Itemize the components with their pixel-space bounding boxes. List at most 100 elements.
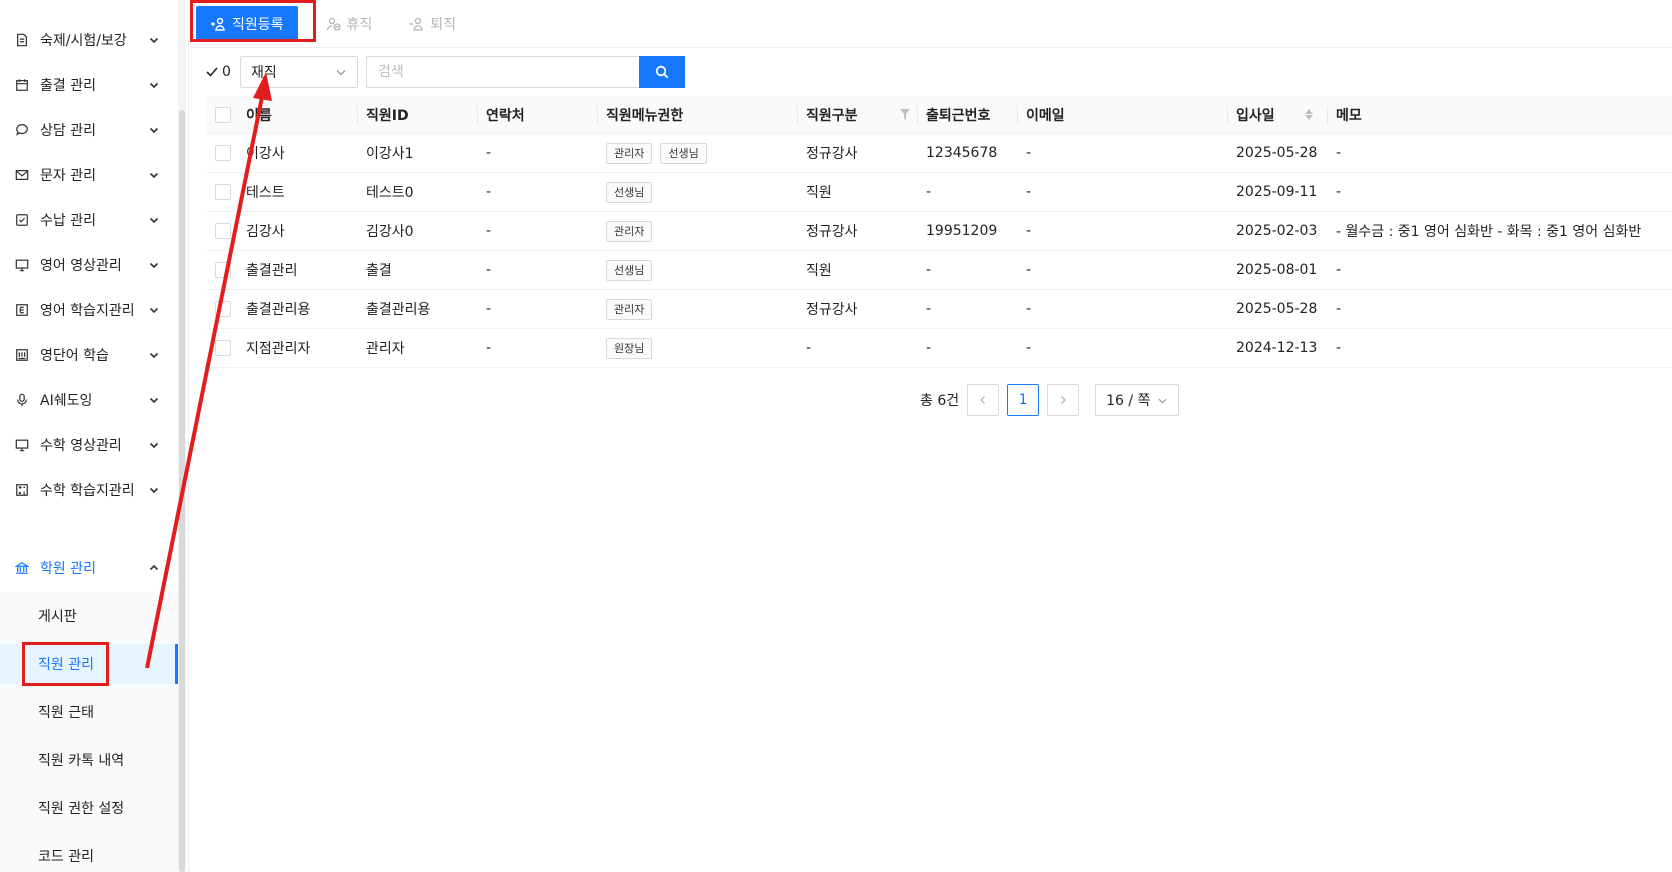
sidebar-scrollbar[interactable] bbox=[178, 0, 186, 872]
header-contact[interactable]: 연락처 bbox=[486, 96, 525, 133]
toolbar: 직원등록 휴직 퇴직 bbox=[196, 0, 474, 48]
row-checkbox[interactable] bbox=[215, 184, 231, 200]
row-checkbox[interactable] bbox=[215, 340, 231, 356]
cell-staff-type: 정규강사 bbox=[806, 146, 858, 162]
chevron-down-icon bbox=[149, 352, 159, 359]
monitor-icon bbox=[14, 257, 30, 273]
header-staff-id[interactable]: 직원ID bbox=[366, 96, 409, 133]
permission-tag: 관리자 bbox=[606, 220, 653, 242]
sort-icon[interactable] bbox=[1304, 109, 1313, 120]
cell-email: - bbox=[1026, 223, 1032, 239]
search-button[interactable] bbox=[639, 56, 685, 88]
cell-email: - bbox=[1026, 262, 1032, 278]
cell-contact: - bbox=[486, 262, 492, 278]
table-row[interactable]: 김강사 김강사0 - 관리자 정규강사 19951209 - 2025-02-0… bbox=[206, 212, 1672, 251]
sidebar-item-sms[interactable]: 문자 관리 bbox=[0, 151, 178, 199]
payment-icon bbox=[14, 212, 30, 228]
search-group bbox=[366, 56, 685, 88]
table-row[interactable]: 테스트 테스트0 - 선생님 직원 - - 2025-09-11 - bbox=[206, 173, 1672, 212]
cell-staff-type: 직원 bbox=[806, 263, 832, 279]
search-input[interactable] bbox=[366, 56, 639, 88]
sidebar-subitem-staff-management[interactable]: 직원 관리 bbox=[0, 644, 178, 684]
prev-page-button[interactable] bbox=[967, 384, 1000, 416]
sidebar-item-ai-shadowing[interactable]: AI쉐도잉 bbox=[0, 376, 178, 424]
table-row[interactable]: 지점관리자 관리자 - 원장님 - - - 2024-12-13 - bbox=[206, 329, 1672, 368]
resign-button[interactable]: 퇴직 bbox=[390, 6, 474, 42]
table-row[interactable]: 출결관리용 출결관리용 - 관리자 정규강사 - - 2025-05-28 - bbox=[206, 290, 1672, 329]
chevron-up-icon bbox=[149, 564, 159, 571]
header-email[interactable]: 이메일 bbox=[1026, 96, 1065, 133]
header-memo[interactable]: 메모 bbox=[1336, 96, 1362, 133]
sidebar-subitem-board[interactable]: 게시판 bbox=[0, 596, 178, 636]
sidebar-item-label: 출결 관리 bbox=[40, 78, 96, 94]
row-checkbox[interactable] bbox=[215, 301, 231, 317]
sidebar-item-payment[interactable]: 수납 관리 bbox=[0, 196, 178, 244]
calculator-icon bbox=[14, 482, 30, 498]
cell-attendance-number: - bbox=[926, 184, 932, 200]
leave-button[interactable]: 휴직 bbox=[308, 6, 391, 42]
cell-menu-permission: 선생님 bbox=[606, 251, 660, 289]
sidebar-item-vocabulary[interactable]: 영단어 학습 bbox=[0, 331, 178, 379]
calendar-icon bbox=[14, 77, 30, 93]
sidebar-item-label: 수학 영상관리 bbox=[40, 438, 122, 454]
row-checkbox[interactable] bbox=[215, 145, 231, 161]
page-number-button[interactable]: 1 bbox=[1007, 384, 1040, 416]
cell-join-date: 2025-05-28 bbox=[1236, 301, 1318, 317]
row-checkbox[interactable] bbox=[215, 223, 231, 239]
row-checkbox-cell bbox=[215, 329, 231, 367]
sidebar-item-attendance[interactable]: 출결 관리 bbox=[0, 61, 178, 109]
search-icon bbox=[655, 65, 669, 79]
sidebar-subitem-staff-permissions[interactable]: 직원 권한 설정 bbox=[0, 788, 178, 828]
sidebar-item-english-worksheet[interactable]: 영어 학습지관리 bbox=[0, 286, 178, 334]
cell-staff-type: 직원 bbox=[806, 185, 832, 201]
register-staff-label: 직원등록 bbox=[232, 17, 284, 33]
table-row[interactable]: 이강사 이강사1 - 관리자 선생님 정규강사 12345678 - 2025-… bbox=[206, 134, 1672, 173]
cell-menu-permission: 관리자 선생님 bbox=[606, 134, 715, 172]
select-all-checkbox[interactable] bbox=[215, 106, 231, 123]
scrollbar-thumb[interactable] bbox=[179, 110, 185, 872]
sidebar-item-math-video[interactable]: 수학 영상관리 bbox=[0, 421, 178, 469]
cell-join-date: 2025-05-28 bbox=[1236, 145, 1318, 161]
cell-join-date: 2025-08-01 bbox=[1236, 262, 1318, 278]
filter-row: 0 재직 bbox=[206, 56, 685, 88]
sidebar-item-counseling[interactable]: 상담 관리 bbox=[0, 106, 178, 154]
cell-contact: - bbox=[486, 301, 492, 317]
cell-memo: - bbox=[1336, 145, 1342, 161]
sidebar-item-homework[interactable]: 숙제/시험/보강 bbox=[0, 16, 178, 64]
pagination: 총 6건 1 16 / 쪽 bbox=[920, 384, 1180, 416]
page-size-select[interactable]: 16 / 쪽 bbox=[1095, 384, 1180, 416]
permission-tag: 선생님 bbox=[606, 181, 653, 203]
cell-memo: - bbox=[1336, 340, 1342, 356]
next-page-button[interactable] bbox=[1047, 384, 1080, 416]
chevron-left-icon bbox=[980, 396, 986, 404]
staff-table: 이름 직원ID 연락처 직원메뉴권한 직원구분 출퇴근번호 이메일 입사일 메모 bbox=[206, 96, 1672, 368]
sidebar-item-academy[interactable]: 학원 관리 bbox=[0, 544, 178, 592]
sidebar-item-math-worksheet[interactable]: 수학 학습지관리 bbox=[0, 466, 178, 514]
register-staff-button[interactable]: 직원등록 bbox=[196, 6, 298, 42]
sidebar-subitem-code-management[interactable]: 코드 관리 bbox=[0, 836, 178, 872]
chevron-down-icon bbox=[1158, 398, 1167, 404]
cell-staff-id: 김강사0 bbox=[366, 224, 414, 240]
chevron-down-icon bbox=[149, 442, 159, 449]
chevron-down-icon bbox=[149, 217, 159, 224]
header-name[interactable]: 이름 bbox=[246, 96, 272, 133]
cell-email: - bbox=[1026, 145, 1032, 161]
header-staff-type[interactable]: 직원구분 bbox=[806, 96, 858, 133]
row-checkbox-cell bbox=[215, 173, 231, 211]
cell-menu-permission: 관리자 bbox=[606, 290, 660, 328]
row-checkbox[interactable] bbox=[215, 262, 231, 278]
sidebar-subitem-staff-attendance[interactable]: 직원 근태 bbox=[0, 692, 178, 732]
sidebar-item-english-video[interactable]: 영어 영상관리 bbox=[0, 241, 178, 289]
sidebar-subitem-staff-kakaotalk[interactable]: 직원 카톡 내역 bbox=[0, 740, 178, 780]
column-separator bbox=[1227, 106, 1228, 124]
sidebar-item-label: 문자 관리 bbox=[40, 168, 96, 184]
total-count: 총 6건 bbox=[920, 393, 960, 409]
monitor-icon bbox=[14, 437, 30, 453]
header-join-date[interactable]: 입사일 bbox=[1236, 96, 1313, 133]
header-menu-permission[interactable]: 직원메뉴권한 bbox=[606, 96, 683, 133]
cell-email: - bbox=[1026, 301, 1032, 317]
header-attendance-number[interactable]: 출퇴근번호 bbox=[926, 96, 990, 133]
filter-icon[interactable] bbox=[900, 109, 910, 120]
table-row[interactable]: 출결관리 출결 - 선생님 직원 - - 2025-08-01 - bbox=[206, 251, 1672, 290]
status-select[interactable]: 재직 bbox=[240, 56, 358, 88]
